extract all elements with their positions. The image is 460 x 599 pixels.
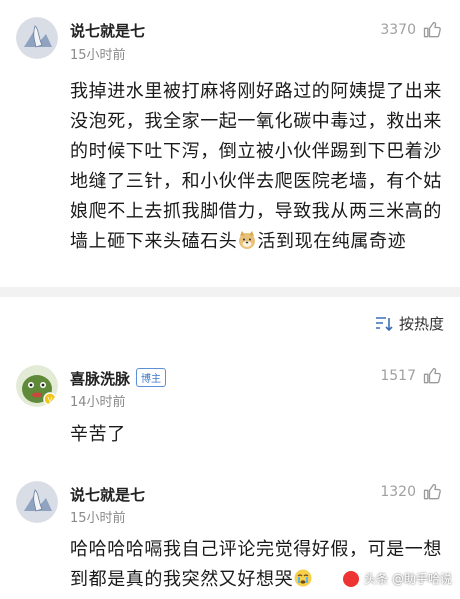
comment-text-tail: 活到现在纯属奇迹 (257, 231, 407, 252)
like-button[interactable]: 1320 (380, 482, 442, 502)
author-badge: 博主 (136, 368, 167, 387)
timestamp: 15小时前 (70, 48, 126, 63)
username[interactable]: 说七就是七 (70, 484, 145, 505)
avatar[interactable] (16, 17, 58, 59)
timestamp: 14小时前 (70, 395, 126, 410)
section-divider (0, 287, 460, 297)
comment-text: 辛苦了 (70, 424, 126, 445)
thumbs-up-icon[interactable] (422, 482, 442, 502)
toutiao-logo-icon (343, 570, 360, 587)
avatar[interactable] (16, 481, 58, 523)
svg-text:V: V (48, 397, 53, 404)
avatar-image: V (16, 365, 58, 407)
username-text: 喜脉洗脉 (70, 370, 131, 388)
watermark: 头条 @助手哈说 (343, 570, 452, 587)
like-count: 1320 (380, 484, 416, 500)
avatar-image (16, 481, 58, 523)
thumbs-up-icon[interactable] (422, 366, 442, 386)
sort-by-hot-button[interactable]: 按热度 (375, 313, 444, 334)
username[interactable]: 喜脉洗脉 博主 (70, 368, 167, 389)
avatar[interactable]: V (16, 365, 58, 407)
like-count: 3370 (380, 22, 416, 38)
sort-label: 按热度 (398, 315, 444, 333)
doge-emoji (237, 230, 257, 250)
like-count: 1517 (380, 368, 416, 384)
sort-icon (375, 316, 393, 332)
avatar-image (16, 17, 58, 59)
like-button[interactable]: 3370 (380, 20, 442, 40)
comment-text: 我掉进水里被打麻将刚好路过的阿姨提了出来没泡死，我全家一起一氧化碳中毒过，救出来… (70, 77, 446, 257)
watermark-text: 头条 @助手哈说 (364, 572, 452, 586)
comment-text-main: 我掉进水里被打麻将刚好路过的阿姨提了出来没泡死，我全家一起一氧化碳中毒过，救出来… (70, 81, 442, 252)
like-button[interactable]: 1517 (380, 366, 442, 386)
thumbs-up-icon[interactable] (422, 20, 442, 40)
username[interactable]: 说七就是七 (70, 20, 145, 41)
crying-emoji (293, 568, 313, 588)
timestamp: 15小时前 (70, 511, 126, 526)
